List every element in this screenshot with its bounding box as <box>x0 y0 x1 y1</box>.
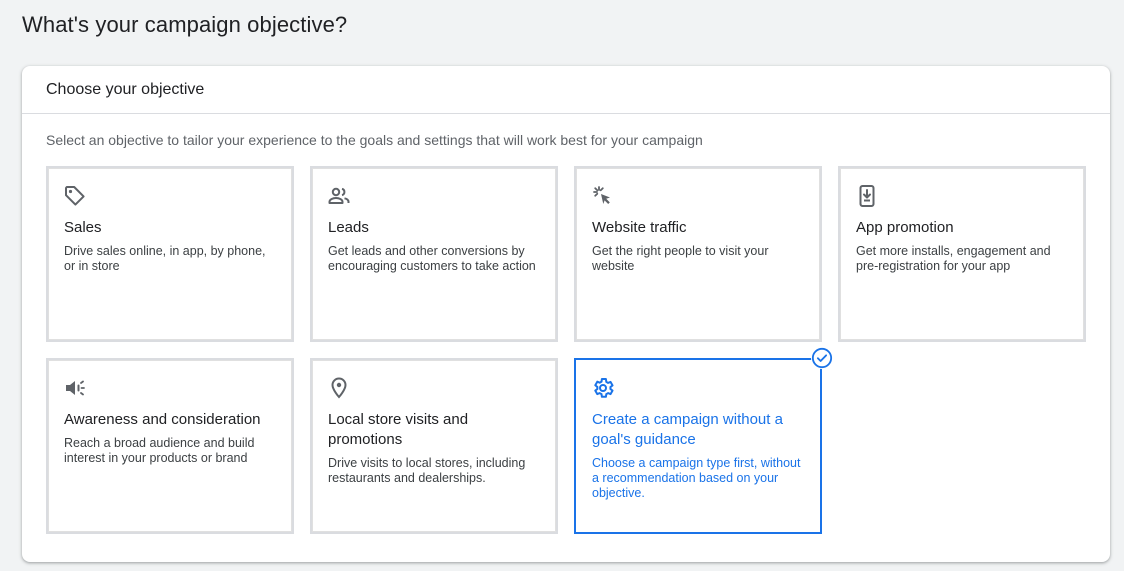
gear-icon <box>594 378 614 398</box>
objective-title: Create a campaign without a goal's guida… <box>592 411 783 448</box>
objective-card: Choose your objective Select an objectiv… <box>22 66 1110 562</box>
objective-description: Drive visits to local stores, including … <box>328 456 526 485</box>
objective-title: App promotion <box>856 219 954 236</box>
people-icon <box>328 187 350 204</box>
objective-title: Website traffic <box>592 219 687 236</box>
objective-title: Awareness and consideration <box>64 411 261 428</box>
objective-description: Drive sales online, in app, by phone, or… <box>64 244 266 273</box>
phone-download-icon <box>859 185 875 207</box>
tag-icon <box>65 186 85 206</box>
objective-tile-awareness[interactable]: Awareness and consideration Reach a broa… <box>46 358 294 534</box>
objective-tile-sales[interactable]: Sales Drive sales online, in app, by pho… <box>46 166 294 342</box>
location-pin-icon <box>331 377 347 399</box>
card-header: Choose your objective <box>22 66 1110 114</box>
objective-description: Get more installs, engagement and pre-re… <box>856 244 1051 273</box>
objective-tile-leads[interactable]: Leads Get leads and other conversions by… <box>310 166 558 342</box>
objective-title: Leads <box>328 219 369 236</box>
objective-description: Get the right people to visit your websi… <box>592 244 769 273</box>
check-circle-icon <box>811 347 833 369</box>
objective-title: Local store visits and promotions <box>328 411 469 448</box>
objective-tile-local-store[interactable]: Local store visits and promotions Drive … <box>310 358 558 534</box>
objective-tile-website-traffic[interactable]: Website traffic Get the right people to … <box>574 166 822 342</box>
cursor-click-icon <box>593 186 610 204</box>
megaphone-icon <box>66 380 85 396</box>
card-description: Select an objective to tailor your exper… <box>46 132 703 148</box>
page-title: What's your campaign objective? <box>22 12 348 37</box>
objective-tile-no-guidance[interactable]: Create a campaign without a goal's guida… <box>574 347 833 534</box>
objective-tile-app-promotion[interactable]: App promotion Get more installs, engagem… <box>838 166 1086 342</box>
objective-description: Choose a campaign type first, without a … <box>592 456 801 500</box>
objective-description: Get leads and other conversions by encou… <box>328 244 536 273</box>
objective-title: Sales <box>64 219 102 236</box>
objective-description: Reach a broad audience and build interes… <box>64 436 255 465</box>
